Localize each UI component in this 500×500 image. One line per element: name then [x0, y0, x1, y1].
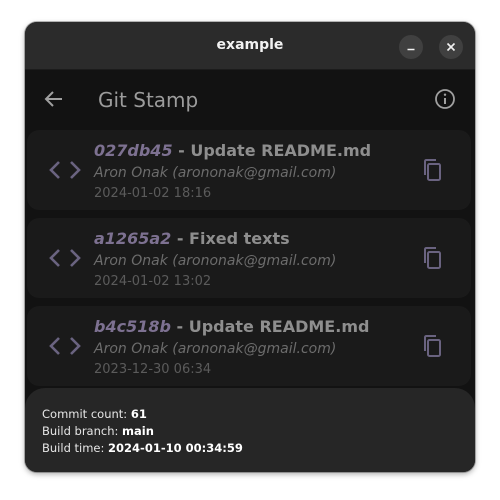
- app-bar: Git Stamp: [25, 70, 475, 128]
- commit-count-label: Commit count:: [42, 407, 131, 421]
- commit-card[interactable]: 027db45 - Update README.md Aron Onak (ar…: [27, 130, 471, 210]
- commit-date: 2024-01-02 18:16: [94, 186, 212, 201]
- commit-hash: a1265a2: [94, 229, 172, 248]
- window-titlebar[interactable]: example: [25, 22, 475, 70]
- commit-card[interactable]: b4c518b - Update README.md Aron Onak (ar…: [27, 306, 471, 386]
- copy-icon: [424, 335, 441, 357]
- commit-summary: 027db45 - Update README.md: [94, 141, 371, 160]
- commit-separator: -: [171, 229, 190, 248]
- commit-summary: a1265a2 - Fixed texts: [94, 229, 290, 248]
- copy-icon: [424, 247, 441, 269]
- copy-button[interactable]: [419, 157, 445, 183]
- info-icon: [435, 89, 455, 109]
- close-button[interactable]: [439, 35, 463, 59]
- commit-summary: b4c518b - Update README.md: [94, 317, 369, 336]
- app-window: example Git Stamp 027db45 - Update READM…: [25, 22, 475, 472]
- minimize-button[interactable]: [399, 35, 423, 59]
- commit-date: 2024-01-02 13:02: [94, 274, 212, 289]
- copy-icon: [424, 159, 441, 181]
- commit-message: Update README.md: [190, 141, 372, 160]
- build-branch-label: Build branch:: [42, 424, 123, 438]
- commit-count-value: 61: [130, 407, 147, 421]
- commit-author: Aron Onak (arononak@gmail.com): [94, 165, 337, 181]
- minimize-icon: [407, 48, 415, 51]
- commit-card[interactable]: a1265a2 - Fixed texts Aron Onak (aronona…: [27, 218, 471, 298]
- commit-count-line: Commit count: 61: [42, 407, 147, 421]
- build-branch-line: Build branch: main: [42, 424, 154, 438]
- code-icon: [49, 337, 81, 355]
- page-title: Git Stamp: [98, 88, 199, 112]
- commit-author: Aron Onak (arononak@gmail.com): [94, 341, 337, 357]
- commit-separator: -: [170, 317, 189, 336]
- commit-date: 2023-12-30 06:34: [94, 362, 212, 377]
- build-time-line: Build time: 2024-01-10 00:34:59: [42, 441, 243, 455]
- build-branch-value: main: [122, 424, 154, 438]
- commit-author: Aron Onak (arononak@gmail.com): [94, 253, 337, 269]
- commit-hash: 027db45: [94, 141, 173, 160]
- info-button[interactable]: [431, 85, 459, 113]
- build-time-label: Build time:: [42, 441, 109, 455]
- copy-button[interactable]: [419, 245, 445, 271]
- build-info-sheet: Commit count: 61 Build branch: main Buil…: [25, 388, 475, 472]
- close-icon: [446, 42, 456, 52]
- arrow-left-icon: [44, 91, 62, 107]
- code-icon: [49, 249, 81, 267]
- build-time-value: 2024-01-10 00:34:59: [108, 441, 243, 455]
- commit-hash: b4c518b: [94, 317, 171, 336]
- copy-button[interactable]: [419, 333, 445, 359]
- commit-message: Fixed texts: [189, 229, 290, 248]
- code-icon: [49, 161, 81, 179]
- commit-message: Update README.md: [188, 317, 370, 336]
- commit-separator: -: [172, 141, 191, 160]
- back-button[interactable]: [39, 84, 69, 114]
